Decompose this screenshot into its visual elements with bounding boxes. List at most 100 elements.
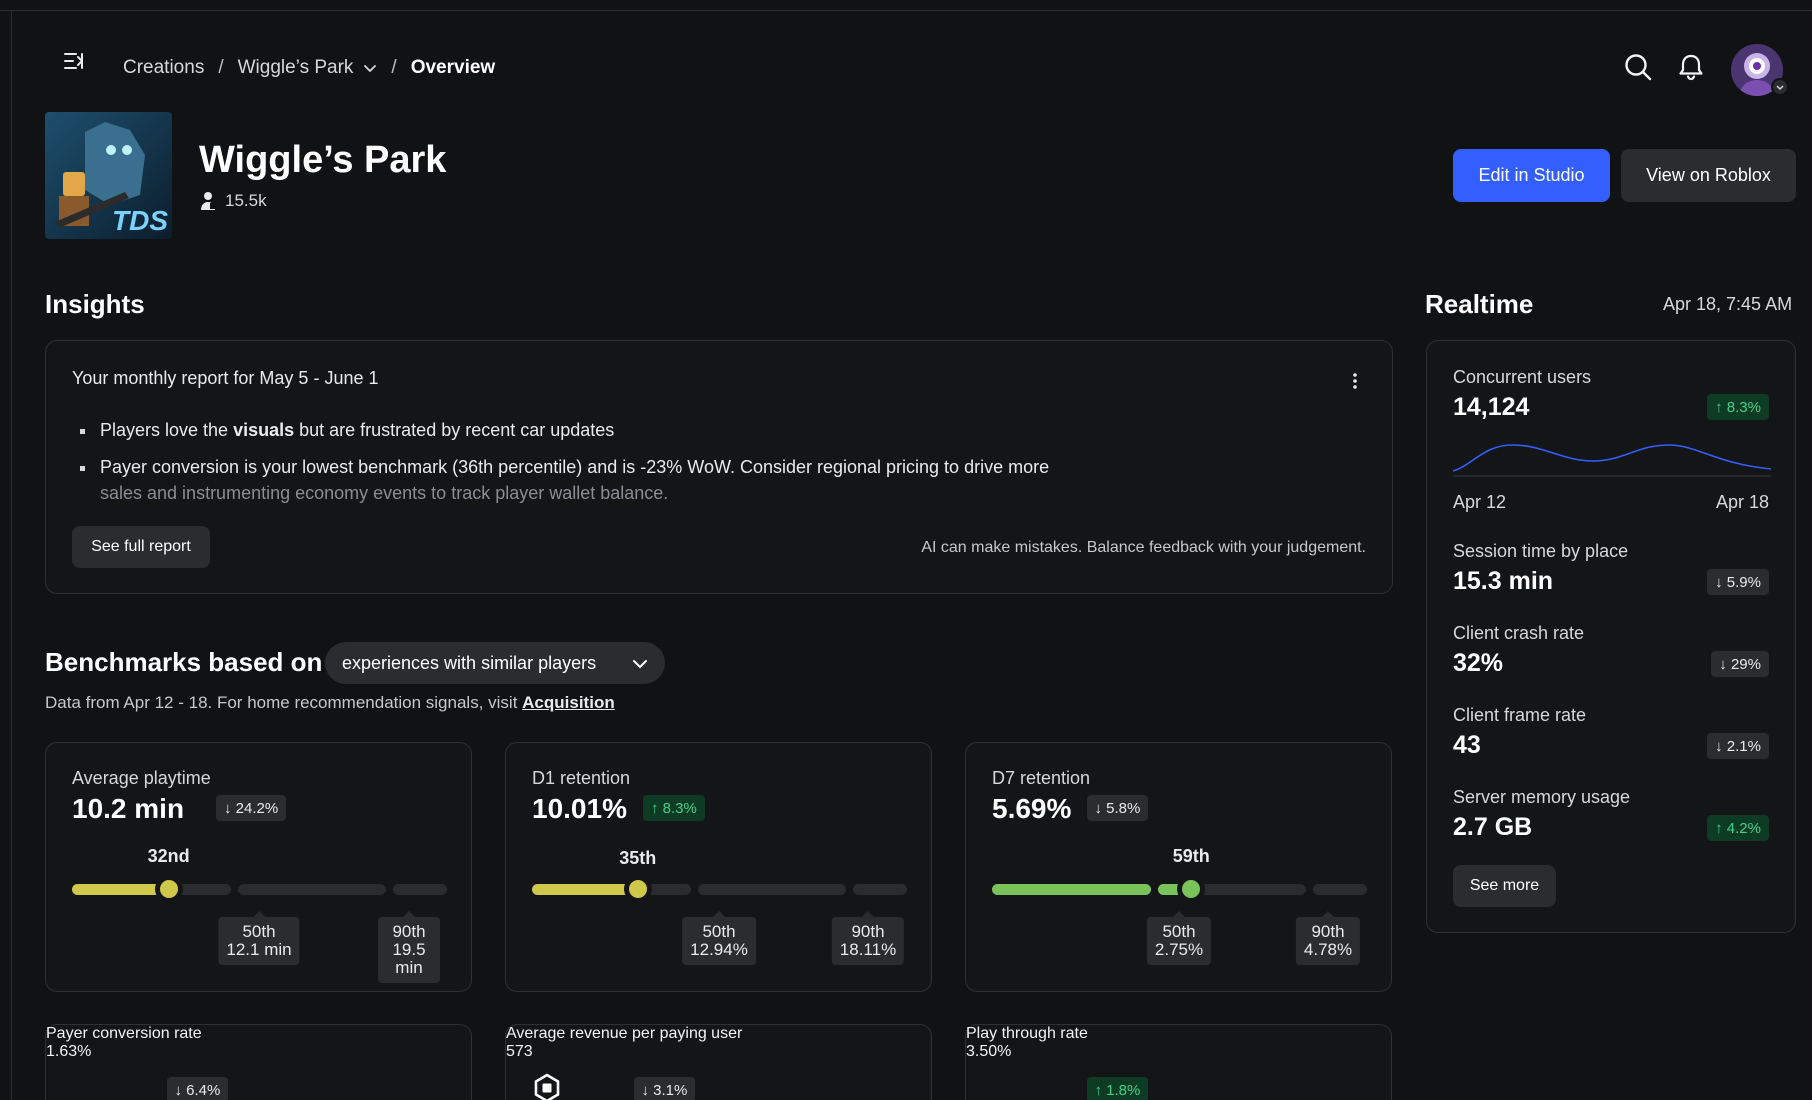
p50-label: 50th — [242, 922, 276, 941]
benchmark-card: Payer conversion rate 1.63% ↓ 6.4% — [45, 1024, 472, 1100]
benchmark-label: Payer conversion rate — [46, 1025, 202, 1042]
benchmark-delta: ↓ 3.1% — [633, 1077, 696, 1100]
p90-tooltip: 90th 18.11% — [831, 911, 905, 965]
benchmark-delta: ↑ 8.3% — [643, 795, 705, 821]
arrow-down-icon: ↓ — [174, 1081, 187, 1099]
delta-value: 6.4% — [186, 1081, 221, 1099]
percentile-marker — [1179, 877, 1204, 901]
insight-text: Payer conversion is your lowest benchmar… — [100, 457, 1050, 477]
p50-tooltip: 50th 2.75% — [1146, 911, 1212, 965]
breadcrumb-creations[interactable]: Creations — [123, 57, 204, 79]
realtime-metric-value: 43 — [1453, 731, 1481, 759]
concurrent-users-sparkline — [1453, 444, 1771, 477]
realtime-metric-delta: ↑ 4.2% — [1707, 815, 1769, 841]
realtime-metric-delta: ↓ 29% — [1711, 651, 1769, 677]
breadcrumb: Creations / Wiggle’s Park / Overview — [123, 57, 495, 79]
breadcrumb-separator: / — [391, 57, 397, 78]
delta-value: 3.1% — [653, 1081, 688, 1099]
arrow-down-icon: ↓ — [641, 1081, 654, 1099]
player-count: 15.5k — [199, 191, 267, 211]
chevron-down-icon[interactable] — [363, 61, 377, 75]
percentile-label: 32nd — [147, 846, 190, 866]
benchmark-card: Average revenue per paying user 573 ↓ 3.… — [505, 1024, 932, 1100]
experience-thumbnail: TDS — [45, 112, 172, 239]
arrow-up-icon: ↑ — [1715, 398, 1727, 416]
benchmark-delta: ↓ 24.2% — [216, 795, 287, 821]
more-options-icon[interactable] — [1345, 371, 1365, 391]
insight-bullet: Players love the visuals but are frustra… — [72, 417, 1172, 443]
sparkline-start-label: Apr 12 — [1453, 492, 1507, 512]
arrow-down-icon: ↓ — [1715, 573, 1727, 591]
benchmark-value: 10.01% — [532, 793, 627, 824]
percentile-label: 59th — [1172, 846, 1210, 866]
benchmark-value: 3.50% — [966, 1043, 1012, 1060]
percentile-track — [238, 884, 386, 895]
acquisition-link[interactable]: Acquisition — [522, 693, 615, 712]
p50-tooltip: 50th 12.1 min — [218, 911, 300, 965]
benchmark-delta: ↑ 1.8% — [1086, 1077, 1149, 1100]
percentile-label: 35th — [619, 848, 657, 868]
percentile-fill — [992, 884, 1151, 895]
insight-bullets: Players love the visuals but are frustra… — [72, 417, 1172, 517]
view-on-roblox-button[interactable]: View on Roblox — [1621, 149, 1796, 202]
notification-bell-icon[interactable] — [1676, 52, 1706, 82]
sparkline-end-label: Apr 18 — [1715, 492, 1769, 512]
delta-value: 24.2% — [235, 799, 279, 817]
p50-tooltip: 50th 12.94% — [682, 911, 756, 965]
insights-heading: Insights — [45, 289, 145, 319]
realtime-timestamp: Apr 18, 7:45 AM — [1663, 294, 1793, 314]
percentile-marker — [156, 877, 181, 901]
realtime-metric-delta: ↓ 2.1% — [1707, 733, 1769, 759]
delta-value: 1.8% — [1106, 1081, 1141, 1099]
delta-value: 4.2% — [1726, 819, 1761, 837]
robux-icon — [534, 1073, 560, 1100]
p90-tooltip: 90th 19.5 min — [378, 911, 440, 983]
p90-tooltip: 90th 4.78% — [1295, 911, 1361, 965]
delta-value: 8.3% — [1726, 398, 1761, 416]
p50-label: 50th — [702, 922, 736, 941]
p90-label: 90th — [851, 922, 885, 941]
collapse-menu-icon[interactable] — [62, 49, 86, 73]
percentile-fill — [72, 884, 169, 895]
search-icon[interactable] — [1623, 52, 1653, 82]
p50-value: 2.75% — [1154, 940, 1204, 959]
realtime-metric-label: Server memory usage — [1453, 787, 1631, 807]
percentile-marker — [625, 877, 650, 901]
see-more-button[interactable]: See more — [1453, 865, 1556, 907]
p90-value: 18.11% — [839, 940, 897, 959]
benchmark-value: 10.2 min — [72, 793, 185, 824]
p50-label: 50th — [1162, 922, 1196, 941]
realtime-metric-label: Client frame rate — [1453, 705, 1587, 725]
delta-value: 5.9% — [1726, 573, 1761, 591]
delta-value: 5.8% — [1106, 799, 1141, 817]
benchmark-group-dropdown[interactable]: experiences with similar players — [325, 642, 665, 684]
benchmarks-subtitle: Data from Apr 12 - 18. For home recommen… — [45, 693, 615, 713]
benchmark-group-selected: experiences with similar players — [342, 652, 597, 673]
insight-text: Players love the — [100, 420, 234, 440]
benchmark-card: D1 retention 10.01% ↑ 8.3% 35th 50th 12.9… — [505, 742, 932, 992]
experience-thumbnail-text: TDS — [112, 205, 168, 236]
insight-bullet: Payer conversion is your lowest benchmar… — [72, 454, 1172, 506]
arrow-up-icon: ↑ — [651, 799, 663, 817]
ai-disclaimer: AI can make mistakes. Balance feedback w… — [921, 539, 1366, 556]
see-full-report-button[interactable]: See full report — [72, 526, 210, 568]
left-border — [11, 10, 12, 1100]
realtime-metric-label: Session time by place — [1453, 541, 1629, 561]
insight-text-faded: sales and instrumenting economy events t… — [100, 483, 669, 503]
delta-value: 2.1% — [1726, 737, 1761, 755]
percentile-track — [698, 884, 846, 895]
benchmark-delta: ↓ 6.4% — [166, 1077, 229, 1100]
insight-text: but are frustrated by recent car updates — [294, 420, 615, 440]
benchmark-label: Average revenue per paying user — [506, 1025, 743, 1042]
arrow-up-icon: ↑ — [1094, 1081, 1107, 1099]
delta-value: 29% — [1730, 655, 1761, 673]
p90-label: 90th — [392, 922, 426, 941]
benchmark-card: Average playtime 10.2 min ↓ 24.2% 32nd 5… — [45, 742, 472, 992]
benchmark-value: 5.69% — [992, 793, 1072, 824]
breadcrumb-experience[interactable]: Wiggle’s Park — [238, 57, 354, 79]
edit-in-studio-button[interactable]: Edit in Studio — [1453, 149, 1610, 202]
avatar-menu-chevron[interactable] — [1771, 78, 1789, 96]
arrow-down-icon: ↓ — [224, 799, 236, 817]
insight-emphasis: visuals — [233, 420, 295, 440]
benchmark-label: Average playtime — [72, 768, 211, 788]
